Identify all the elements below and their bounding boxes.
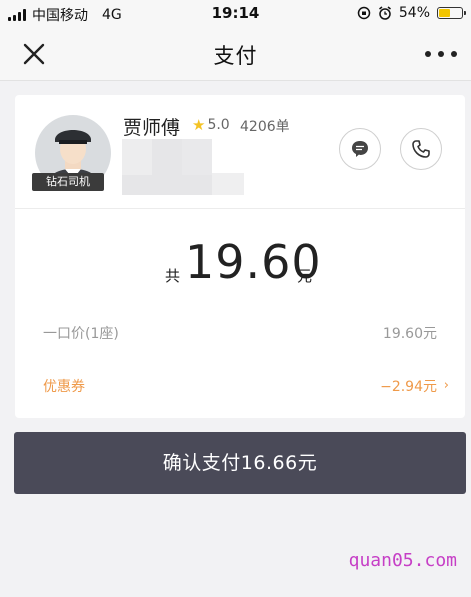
phone-icon bbox=[412, 140, 430, 158]
payment-card: 贾师傅 ★ 5.0 4206单 共 19.60 元 一口价(1座) 19.60元… bbox=[15, 95, 465, 418]
chevron-right-icon[interactable]: › bbox=[444, 378, 449, 393]
page-title: 支付 bbox=[213, 44, 258, 68]
more-options-icon[interactable] bbox=[425, 42, 457, 66]
total-prefix: 共 bbox=[165, 267, 181, 285]
confirm-pay-button[interactable]: 确认支付16.66元 bbox=[14, 432, 466, 494]
coupon-value[interactable]: −2.94元 bbox=[380, 376, 437, 396]
battery-icon bbox=[437, 7, 466, 19]
call-button[interactable] bbox=[400, 128, 442, 170]
star-icon: ★ bbox=[192, 116, 206, 134]
order-count: 4206单 bbox=[240, 119, 290, 135]
driver-badge: 钻石司机 bbox=[32, 173, 104, 191]
fixed-price-value: 19.60元 bbox=[382, 326, 437, 342]
orientation-lock-icon bbox=[357, 6, 371, 20]
divider bbox=[15, 208, 465, 209]
watermark: quan05.com bbox=[348, 550, 457, 571]
rating-value: 5.0 bbox=[207, 117, 230, 133]
fixed-price-label: 一口价(1座) bbox=[43, 326, 119, 342]
alarm-icon bbox=[378, 6, 391, 20]
license-plate-blurred bbox=[122, 139, 244, 195]
driver-rating: ★ 5.0 bbox=[192, 116, 230, 134]
navigation-bar: 支付 bbox=[0, 28, 471, 81]
chat-icon bbox=[352, 141, 368, 157]
status-bar: 中国移动 4G 19:14 54% bbox=[0, 0, 471, 28]
battery-percent: 54% bbox=[398, 5, 430, 21]
total-unit: 元 bbox=[297, 267, 313, 285]
driver-name: 贾师傅 bbox=[123, 117, 181, 139]
coupon-label[interactable]: 优惠券 bbox=[43, 376, 85, 396]
message-button[interactable] bbox=[339, 128, 381, 170]
